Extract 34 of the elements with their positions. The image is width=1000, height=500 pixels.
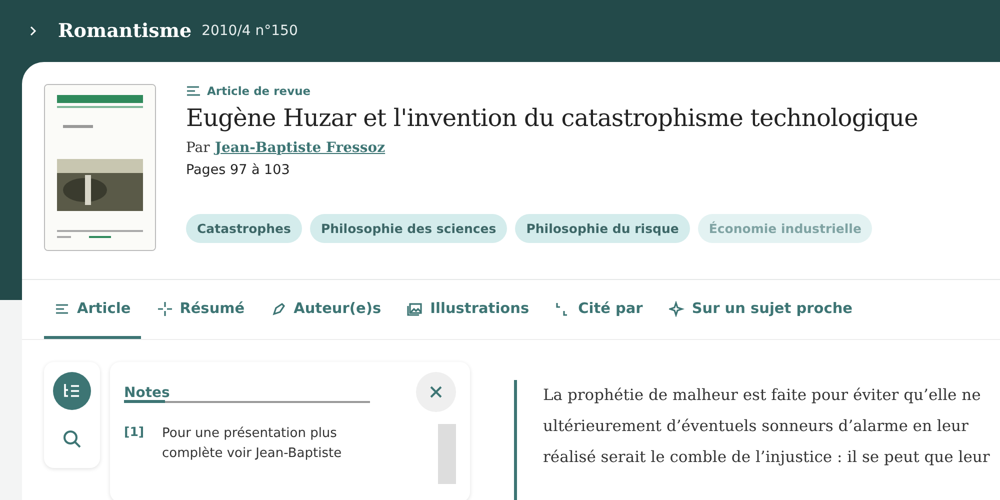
notes-title[interactable]: Notes [124,376,170,406]
lines-icon [186,85,201,97]
keyword-tag[interactable]: Philosophie des sciences [310,214,508,243]
lines-icon [54,301,70,317]
quote-line: ultérieurement d’éventuels sonneurs d’alarme en leur [543,416,970,437]
image-icon [407,301,424,317]
article-tab[interactable]: Résumé [146,280,255,339]
article-type: Article de revue [207,84,311,98]
article-tab[interactable]: Sur un sujet proche [658,280,862,339]
quote-line: réalisé serait le comble de l’injustice : il se peut que leur [543,447,990,468]
quote-line: La prophétie de malheur est faite pour éviter qu’elle ne [543,385,982,406]
article-tab[interactable]: Article [44,280,141,339]
article-tab[interactable]: Illustrations [397,280,540,339]
search-icon [62,429,82,449]
pen-icon [270,301,287,317]
note-text: Pour une présentation plus complète voir Jean-Baptiste [162,425,343,463]
chevron-icon[interactable] [28,25,38,37]
keyword-tag[interactable]: Philosophie du risque [515,214,690,243]
page-range: Pages 97 à 103 [186,162,291,178]
close-button[interactable] [416,372,456,412]
article-title: Eugène Huzar et l'invention du catastrophisme technologique [186,104,918,132]
issue-number: 2010/4 n°150 [202,23,298,39]
close-icon [429,385,443,399]
note-number[interactable]: [1] [124,424,150,484]
article-tab[interactable]: Auteur(e)s [260,280,392,339]
sparkle-icon [668,301,685,317]
author-link[interactable]: Jean-Baptiste Fressoz [214,140,386,156]
scrollbar[interactable] [438,424,456,484]
arrows-icon [156,301,173,317]
contents-button[interactable] [53,372,91,410]
by-label: Par [186,140,210,156]
article-tab[interactable]: Cité par [545,280,653,339]
keyword-tag[interactable]: Catastrophes [186,214,302,243]
journal-title[interactable]: Romantisme [58,20,192,42]
